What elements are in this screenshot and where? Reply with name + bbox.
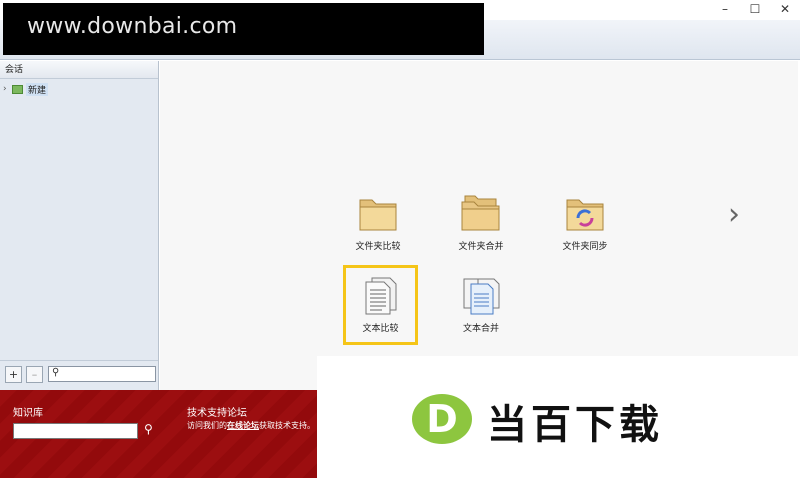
tile-label: 文本比较 — [362, 324, 399, 334]
tile-text-merge[interactable]: 文本合并 — [441, 274, 521, 334]
folder-merge-icon — [461, 195, 500, 231]
close-button[interactable]: ✕ — [770, 0, 800, 18]
forum-text: 访问我们的在线论坛获取技术支持。 — [187, 421, 315, 430]
maximize-button[interactable]: ☐ — [740, 0, 770, 18]
tile-folder-compare[interactable]: 文件夹比较 — [338, 192, 418, 252]
window-controls: – ☐ ✕ — [710, 0, 800, 20]
app-window: – ☐ ✕ www.downbai.com 会话 › 新建 + – ⚲ 文件夹比… — [0, 0, 800, 478]
tile-text-compare[interactable]: 文本比较 — [343, 265, 418, 345]
tree-node-label: 新建 — [26, 82, 49, 96]
add-session-button[interactable]: + — [5, 366, 22, 383]
tile-folder-merge[interactable]: 文件夹合并 — [441, 192, 521, 252]
sessions-sidebar: 会话 › 新建 + – ⚲ — [0, 61, 159, 390]
tile-label: 文件夹合并 — [458, 242, 504, 252]
search-icon: ⚲ — [52, 367, 60, 378]
knowledge-base-search-input[interactable] — [13, 423, 138, 439]
forum-title: 技术支持论坛 — [187, 408, 247, 419]
main-panel: 文件夹比较 文件夹合并 文件夹同步 文本比较 文本合并 › — [160, 61, 798, 390]
tile-label: 文本合并 — [462, 324, 499, 334]
watermark-logo: D 当百下载 — [317, 356, 800, 478]
search-icon[interactable]: ⚲ — [144, 422, 153, 436]
remove-session-button[interactable]: – — [26, 366, 43, 383]
logo-icon: D — [412, 394, 472, 444]
tile-label: 文件夹同步 — [562, 242, 608, 252]
sidebar-header: 会话 — [0, 61, 158, 79]
knowledge-base-label: 知识库 — [13, 408, 43, 419]
sidebar-search-input[interactable]: ⚲ — [48, 366, 156, 382]
chevron-right-icon[interactable]: › — [3, 84, 12, 94]
sidebar-footer: + – ⚲ — [0, 360, 158, 390]
folder-icon — [359, 199, 397, 231]
document-icon — [365, 277, 396, 315]
tree-node-new[interactable]: › 新建 — [3, 82, 49, 96]
next-page-icon[interactable]: › — [728, 197, 740, 232]
tile-label: 文件夹比较 — [355, 242, 401, 252]
session-icon — [12, 84, 23, 94]
document-merge-icon — [463, 278, 500, 315]
forum-link[interactable]: 在线论坛 — [227, 421, 259, 430]
tile-folder-sync[interactable]: 文件夹同步 — [545, 192, 625, 252]
folder-sync-icon — [566, 199, 604, 231]
logo-text: 当百下载 — [487, 402, 663, 448]
watermark-banner: www.downbai.com — [3, 3, 484, 55]
minimize-button[interactable]: – — [710, 0, 740, 18]
